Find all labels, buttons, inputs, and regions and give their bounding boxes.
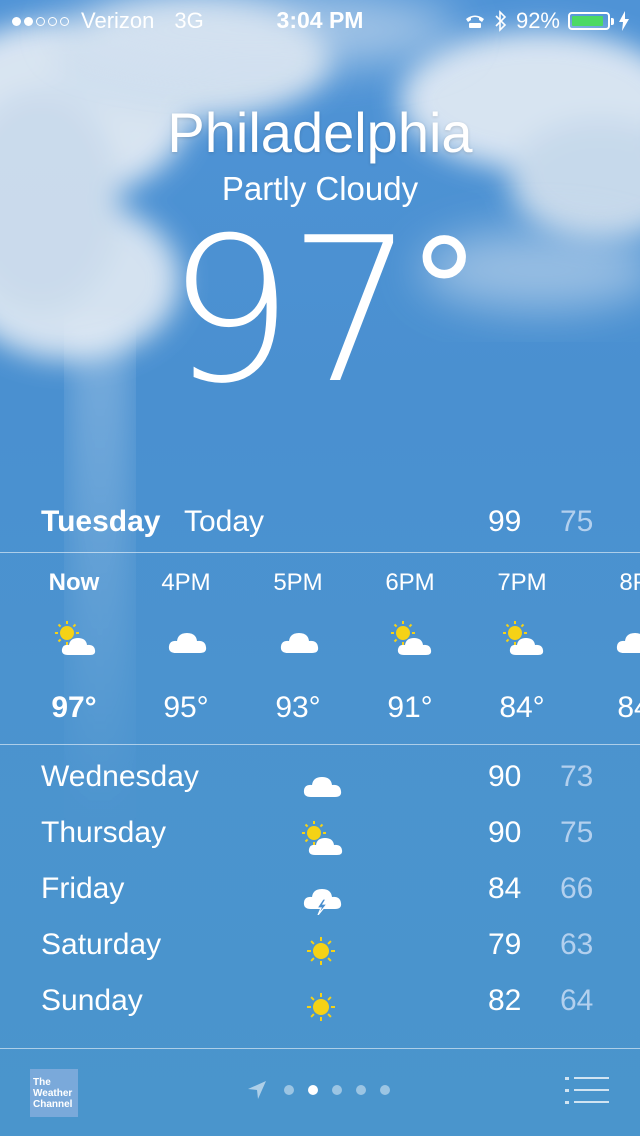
cloud-icon bbox=[612, 619, 640, 659]
sun-icon bbox=[299, 931, 343, 969]
partly-sunny-icon bbox=[52, 619, 100, 659]
weather-channel-logo[interactable]: The Weather Channel bbox=[30, 1069, 78, 1117]
partly-sunny-icon bbox=[388, 619, 436, 659]
daily-high: 90 bbox=[488, 760, 522, 793]
daily-row: Wednesday 90 73 bbox=[0, 760, 640, 816]
daily-row: Thursday 90 75 bbox=[0, 816, 640, 872]
hourly-temp: 93° bbox=[275, 691, 321, 724]
partly-sunny-icon bbox=[500, 619, 548, 659]
daily-high: 90 bbox=[488, 816, 522, 849]
sun-icon bbox=[299, 987, 343, 1025]
hourly-forecast[interactable]: Now 97° 4PM 95° 5PM 93° 6PM 91° 7PM 84° 8P 84 bbox=[0, 553, 640, 743]
hourly-time: 7PM bbox=[497, 569, 547, 596]
daily-forecast[interactable]: Wednesday 90 73 Thursday 90 75 Friday 84 66 Satur… bbox=[0, 760, 640, 1040]
daily-high: 82 bbox=[488, 984, 522, 1017]
hourly-time: Now bbox=[48, 569, 100, 596]
hourly-time: 8P bbox=[619, 569, 640, 596]
page-dot[interactable] bbox=[356, 1085, 366, 1095]
hourly-time: 5PM bbox=[273, 569, 323, 596]
today-high: 99 bbox=[488, 505, 522, 538]
city-list-icon[interactable] bbox=[565, 1076, 609, 1106]
thunderstorm-icon bbox=[299, 875, 343, 916]
daily-row: Friday 84 66 bbox=[0, 872, 640, 928]
page-dot[interactable] bbox=[332, 1085, 342, 1095]
bottom-toolbar: The Weather Channel bbox=[0, 1048, 640, 1136]
page-dot[interactable] bbox=[308, 1085, 318, 1095]
hourly-temp: 97° bbox=[51, 691, 97, 724]
today-summary: Tuesday Today 99 75 bbox=[0, 505, 640, 549]
hourly-temp: 91° bbox=[387, 691, 433, 724]
page-dot[interactable] bbox=[380, 1085, 390, 1095]
daily-day: Wednesday bbox=[41, 760, 199, 793]
hourly-time: 4PM bbox=[161, 569, 211, 596]
daily-day: Thursday bbox=[41, 816, 167, 849]
cloud-icon bbox=[276, 619, 324, 659]
hourly-temp: 84° bbox=[499, 691, 545, 724]
cloud-icon bbox=[164, 619, 212, 659]
hourly-temp: 84 bbox=[617, 691, 640, 724]
divider bbox=[0, 744, 640, 745]
degree-symbol: ° bbox=[409, 210, 479, 373]
city-name: Philadelphia bbox=[167, 101, 473, 164]
location-arrow-icon bbox=[248, 1081, 266, 1099]
status-right: 92% bbox=[464, 8, 630, 34]
current-temperature-value: 97 bbox=[166, 195, 415, 428]
daily-day: Friday bbox=[41, 872, 125, 905]
daily-day: Sunday bbox=[41, 984, 143, 1017]
battery-icon bbox=[568, 12, 614, 30]
page-dot[interactable] bbox=[284, 1085, 294, 1095]
daily-low: 66 bbox=[560, 872, 594, 905]
current-temperature: 97° bbox=[0, 212, 640, 412]
hourly-time: 6PM bbox=[385, 569, 435, 596]
today-label: Today bbox=[184, 505, 265, 538]
cloud-icon bbox=[299, 763, 343, 801]
hourly-temp: 95° bbox=[163, 691, 209, 724]
charging-icon bbox=[619, 11, 629, 31]
daily-day: Saturday bbox=[41, 928, 162, 961]
daily-low: 64 bbox=[560, 984, 594, 1017]
daily-low: 63 bbox=[560, 928, 594, 961]
page-indicator[interactable] bbox=[246, 1079, 390, 1101]
daily-row: Saturday 79 63 bbox=[0, 928, 640, 984]
today-day: Tuesday bbox=[41, 505, 161, 538]
daily-high: 84 bbox=[488, 872, 522, 905]
daily-low: 73 bbox=[560, 760, 594, 793]
daily-high: 79 bbox=[488, 928, 522, 961]
status-bar: Verizon 3G 3:04 PM 92% bbox=[0, 0, 640, 40]
daily-row: Sunday 82 64 bbox=[0, 984, 640, 1040]
today-low: 75 bbox=[560, 505, 594, 538]
tty-icon bbox=[465, 15, 484, 28]
bluetooth-icon bbox=[495, 10, 507, 32]
partly-sunny-icon bbox=[299, 819, 343, 857]
battery-percent: 92% bbox=[515, 8, 560, 33]
daily-low: 75 bbox=[560, 816, 594, 849]
